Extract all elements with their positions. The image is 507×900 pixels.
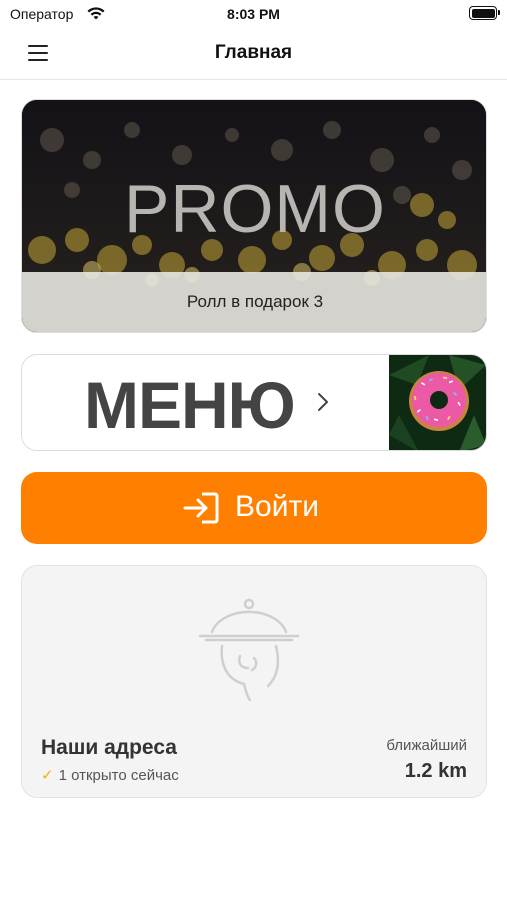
login-label: Войти [235, 490, 319, 523]
donut-image [389, 355, 486, 450]
promo-banner[interactable]: PROMO Ролл в подарок 3 [21, 99, 487, 333]
promo-caption-bar: Ролл в подарок 3 [22, 272, 486, 332]
cloche-icon [198, 598, 300, 702]
login-button[interactable]: Войти [21, 472, 487, 544]
promo-image-text: PROMO [124, 171, 386, 247]
page-title: Главная [214, 42, 293, 63]
clock: 8:03 PM [227, 6, 280, 22]
status-bar: Оператор 8:03 PM [0, 0, 507, 30]
nearest-label: ближайший [386, 737, 467, 754]
promo-caption: Ролл в подарок 3 [186, 292, 324, 311]
login-icon [183, 492, 219, 524]
addresses-title: Наши адреса [41, 736, 177, 759]
distance-value: 1.2 km [404, 760, 467, 782]
battery-icon [469, 6, 500, 20]
checkmark-icon: ✓ [41, 767, 54, 784]
open-now-label: 1 открыто сейчас [58, 767, 179, 784]
menu-card[interactable]: МЕНЮ [21, 354, 487, 451]
open-status: ✓ 1 открыто сейчас [41, 766, 179, 784]
chevron-right-icon [318, 393, 328, 411]
nav-bar: Главная [0, 30, 507, 80]
addresses-card[interactable]: Наши адреса ✓ 1 открыто сейчас ближайший … [21, 565, 487, 798]
menu-label: МЕНЮ [84, 368, 296, 442]
